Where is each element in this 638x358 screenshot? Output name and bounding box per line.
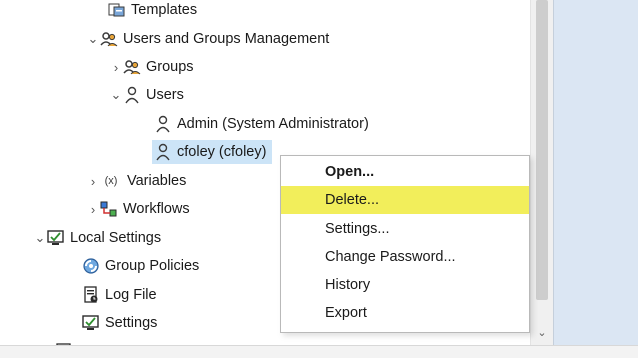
tree-item-label: Variables bbox=[127, 173, 187, 189]
context-menu-export[interactable]: Export bbox=[281, 299, 529, 327]
tree-item-log-file[interactable]: Log File bbox=[82, 283, 157, 307]
tree-item-admin[interactable]: Admin (System Administrator) bbox=[154, 112, 369, 136]
tree-item-label: cfoley (cfoley) bbox=[177, 144, 267, 160]
workflows-icon bbox=[100, 200, 118, 218]
tree-item-label: Log File bbox=[105, 287, 157, 303]
tree-item-settings[interactable]: Settings bbox=[82, 311, 157, 335]
tree-item-workflows[interactable]: › Workflows bbox=[86, 197, 190, 221]
tree-item-label: Group Policies bbox=[105, 258, 200, 274]
log-file-icon bbox=[82, 286, 100, 304]
tree-item-local-settings[interactable]: ⌄ Local Settings bbox=[33, 226, 162, 250]
chevron-right-icon[interactable]: › bbox=[109, 60, 123, 75]
menu-item-label: Settings... bbox=[325, 221, 390, 237]
chevron-down-icon[interactable]: ⌄ bbox=[86, 31, 100, 47]
chevron-down-icon[interactable]: ⌄ bbox=[33, 230, 47, 246]
context-menu-change-password[interactable]: Change Password... bbox=[281, 243, 529, 271]
context-menu-open[interactable]: Open... bbox=[281, 158, 529, 186]
tree-item-label: Settings bbox=[105, 315, 158, 331]
menu-item-label: Change Password... bbox=[325, 249, 456, 265]
tree-item-groups[interactable]: › Groups bbox=[109, 55, 194, 79]
user-icon bbox=[154, 115, 172, 133]
context-menu-history[interactable]: History bbox=[281, 271, 529, 299]
user-icon bbox=[154, 143, 172, 161]
tree-item-label: Users and Groups Management bbox=[123, 31, 330, 47]
local-settings-icon bbox=[47, 229, 65, 247]
context-menu-settings[interactable]: Settings... bbox=[281, 215, 529, 243]
tree-item-users[interactable]: ⌄ Users bbox=[109, 83, 184, 107]
tree-item-variables[interactable]: › (x) Variables bbox=[86, 169, 187, 193]
tree-item-label: Local Settings bbox=[70, 230, 162, 246]
user-icon bbox=[123, 86, 141, 104]
settings-icon bbox=[82, 314, 100, 332]
chevron-down-icon[interactable]: ⌄ bbox=[109, 87, 123, 103]
scroll-down-icon[interactable]: ⌄ bbox=[536, 326, 548, 340]
context-menu: Open... Delete... Settings... Change Pas… bbox=[280, 155, 530, 333]
menu-item-label: Delete... bbox=[325, 192, 379, 208]
tree-item-cfoley[interactable]: cfoley (cfoley) bbox=[152, 140, 273, 164]
variables-icon: (x) bbox=[104, 175, 118, 187]
context-menu-delete[interactable]: Delete... bbox=[281, 186, 529, 214]
menu-item-label: Export bbox=[325, 305, 367, 321]
chevron-right-icon[interactable]: › bbox=[86, 174, 100, 189]
group-policies-icon bbox=[82, 257, 100, 275]
tree-item-label: Groups bbox=[146, 59, 194, 75]
tree-item-templates[interactable]: Templates bbox=[108, 0, 197, 22]
tree-item-label: Users bbox=[146, 87, 184, 103]
details-pane bbox=[553, 0, 638, 345]
tree-item-label: Admin (System Administrator) bbox=[177, 116, 369, 132]
scrollbar-thumb[interactable] bbox=[536, 0, 548, 300]
tree-item-label: Workflows bbox=[123, 201, 190, 217]
tree-item-users-groups-management[interactable]: ⌄ Users and Groups Management bbox=[86, 27, 330, 51]
horizontal-scrollbar[interactable] bbox=[0, 345, 638, 358]
templates-icon bbox=[108, 1, 126, 19]
groups-icon bbox=[123, 58, 141, 76]
menu-item-label: History bbox=[325, 277, 371, 293]
vertical-scrollbar[interactable]: ⌄ bbox=[530, 0, 553, 345]
tree-item-group-policies[interactable]: Group Policies bbox=[82, 254, 199, 278]
users-groups-icon bbox=[100, 30, 118, 48]
menu-item-label: Open... bbox=[325, 164, 375, 180]
chevron-right-icon[interactable]: › bbox=[86, 202, 100, 217]
tree-item-label: Templates bbox=[131, 2, 198, 18]
tree-item-partial bbox=[55, 338, 78, 345]
